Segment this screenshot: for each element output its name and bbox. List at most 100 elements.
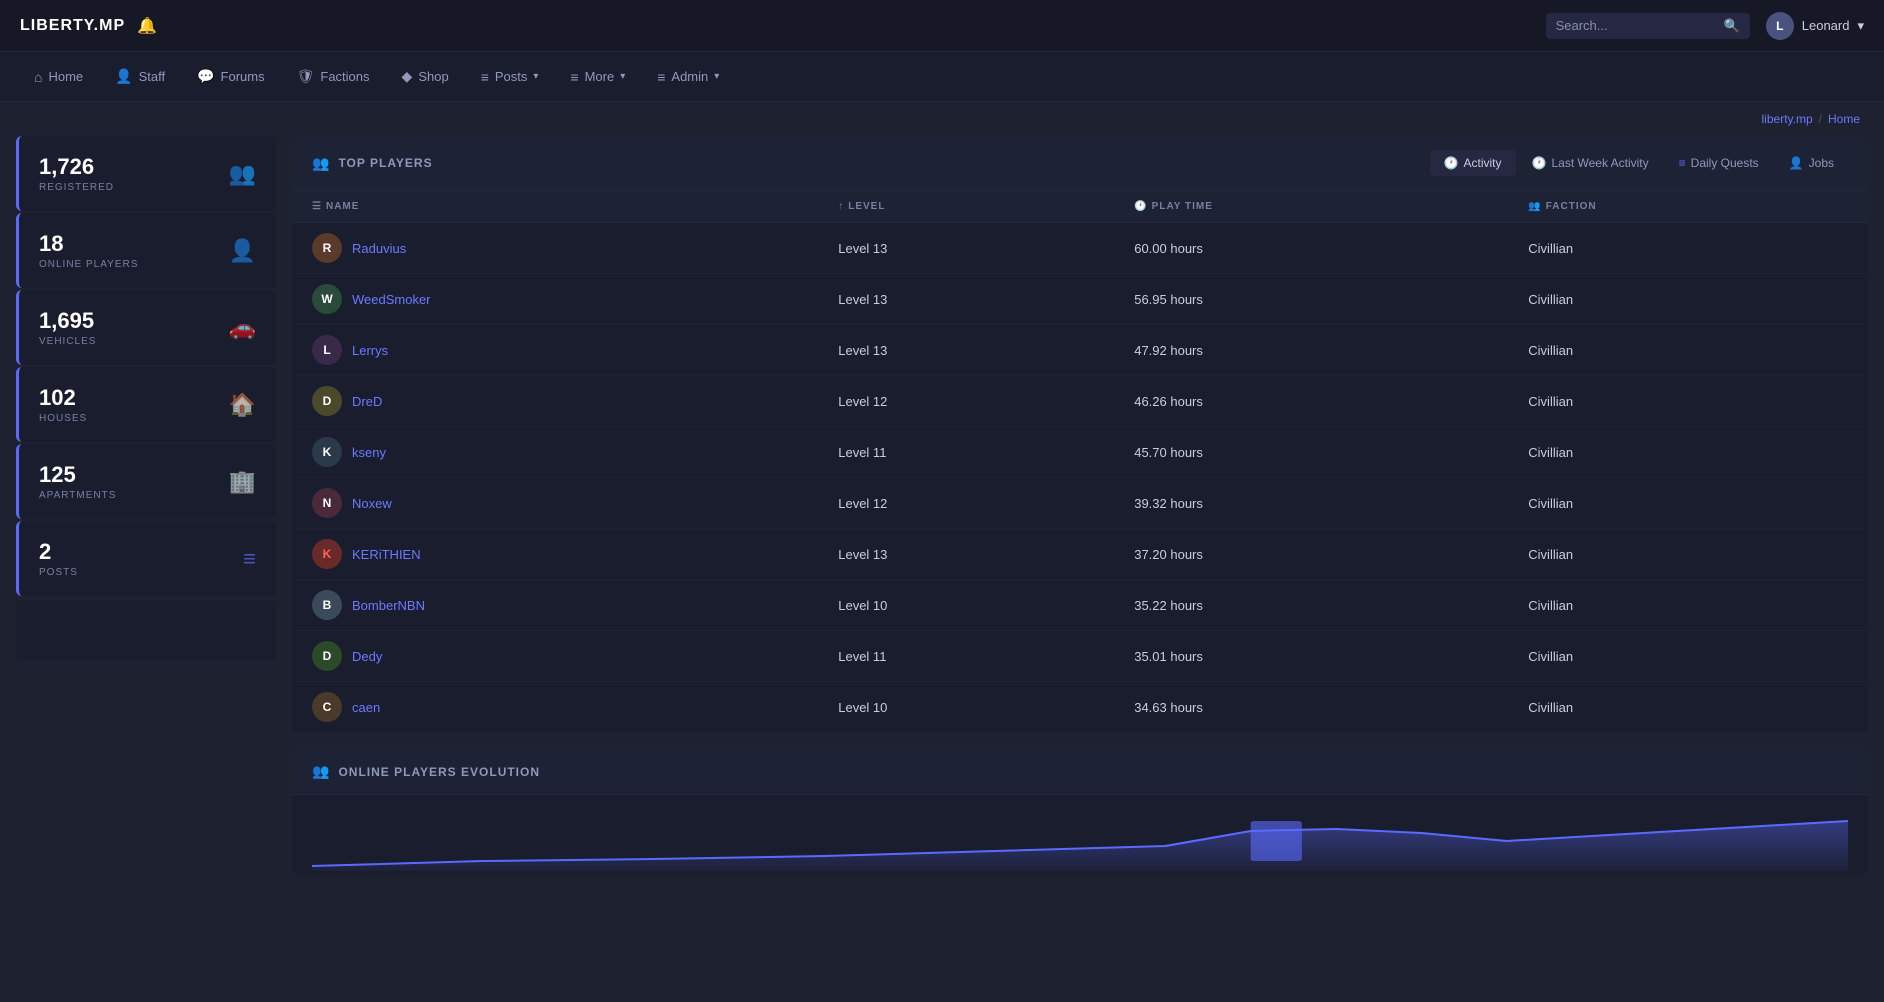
player-level-cell: Level 11 xyxy=(818,631,1114,682)
player-faction-cell: Civillian xyxy=(1508,325,1868,376)
player-name-link[interactable]: BomberNBN xyxy=(352,598,425,613)
table-row: K KERiTHIEN Level 13 37.20 hours Civilli… xyxy=(292,529,1868,580)
player-name-cell: D DreD xyxy=(292,376,818,427)
table-row: K kseny Level 11 45.70 hours Civillian xyxy=(292,427,1868,478)
stat-posts: 2 POSTS ≡ xyxy=(16,521,276,596)
sidebar-item-staff[interactable]: 👤 Staff xyxy=(101,60,179,93)
sidebar-item-home[interactable]: ⌂ Home xyxy=(20,61,97,93)
stat-label-online: ONLINE PLAYERS xyxy=(39,259,138,270)
players-table: ☰NAME ↑LEVEL 🕐PLAY TIME 👥FACTION R Raduv… xyxy=(292,191,1868,733)
daily-quests-tab-icon: ≡ xyxy=(1679,156,1686,170)
player-level-cell: Level 13 xyxy=(818,529,1114,580)
col-faction: 👥FACTION xyxy=(1508,191,1868,223)
nav-label-factions: Factions xyxy=(320,69,369,84)
top-players-icon: 👥 xyxy=(312,155,330,172)
player-name-link[interactable]: DreD xyxy=(352,394,382,409)
nav-label-more: More xyxy=(585,69,615,84)
stat-info-posts: 2 POSTS xyxy=(39,539,78,578)
stat-number-registered: 1,726 xyxy=(39,154,114,180)
table-row: W WeedSmoker Level 13 56.95 hours Civill… xyxy=(292,274,1868,325)
table-row: N Noxew Level 12 39.32 hours Civillian xyxy=(292,478,1868,529)
content-area: 👥 TOP PLAYERS 🕐 Activity 🕐 Last Week Act… xyxy=(292,136,1868,875)
player-name-link[interactable]: KERiTHIEN xyxy=(352,547,421,562)
player-level-cell: Level 13 xyxy=(818,325,1114,376)
player-avatar: C xyxy=(312,692,342,722)
user-menu[interactable]: L Leonard ▾ xyxy=(1766,12,1864,40)
tab-activity[interactable]: 🕐 Activity xyxy=(1430,150,1516,176)
player-level-cell: Level 10 xyxy=(818,682,1114,733)
posts-icon: ≡ xyxy=(481,69,489,85)
player-name-link[interactable]: Lerrys xyxy=(352,343,388,358)
sidebar-item-more[interactable]: ≡ More xyxy=(556,61,639,93)
sidebar-item-factions[interactable]: 🛡 Factions xyxy=(283,60,384,93)
player-name-link[interactable]: Dedy xyxy=(352,649,382,664)
tab-jobs[interactable]: 👤 Jobs xyxy=(1775,150,1848,176)
player-avatar: D xyxy=(312,386,342,416)
apartments-icon: 🏢 xyxy=(229,469,256,495)
breadcrumb-site[interactable]: liberty.mp xyxy=(1762,112,1813,126)
player-avatar: K xyxy=(312,539,342,569)
player-avatar: W xyxy=(312,284,342,314)
staff-icon: 👤 xyxy=(115,68,132,85)
notification-bell-icon[interactable]: 🔔 xyxy=(137,16,157,36)
player-playtime-cell: 34.63 hours xyxy=(1114,682,1508,733)
factions-icon: 🛡 xyxy=(297,68,315,85)
stat-online: 18 ONLINE PLAYERS 👤 xyxy=(16,213,276,288)
stat-houses: 102 HOUSES 🏠 xyxy=(16,367,276,442)
stat-info-registered: 1,726 REGISTERED xyxy=(39,154,114,193)
sidebar-bottom-card xyxy=(16,600,276,660)
search-box: 🔍 xyxy=(1546,13,1750,39)
sidebar-item-posts[interactable]: ≡ Posts xyxy=(467,61,553,93)
tab-jobs-label: Jobs xyxy=(1809,156,1834,170)
player-name-link[interactable]: caen xyxy=(352,700,380,715)
stat-info-vehicles: 1,695 VEHICLES xyxy=(39,308,96,347)
player-level-cell: Level 10 xyxy=(818,580,1114,631)
player-name-link[interactable]: WeedSmoker xyxy=(352,292,431,307)
player-playtime-cell: 47.92 hours xyxy=(1114,325,1508,376)
evolution-title: ONLINE PLAYERS EVOLUTION xyxy=(338,765,540,779)
player-name-link[interactable]: Raduvius xyxy=(352,241,406,256)
brand-name[interactable]: LIBERTY.MP xyxy=(20,17,125,35)
player-playtime-cell: 46.26 hours xyxy=(1114,376,1508,427)
player-name-link[interactable]: Noxew xyxy=(352,496,392,511)
sidebar-stats: 1,726 REGISTERED 👥 18 ONLINE PLAYERS 👤 1… xyxy=(16,136,276,875)
sidebar-item-shop[interactable]: ◆ Shop xyxy=(388,60,463,93)
player-name-link[interactable]: kseny xyxy=(352,445,386,460)
player-playtime-cell: 60.00 hours xyxy=(1114,223,1508,274)
player-name-cell: D Dedy xyxy=(292,631,818,682)
player-name-cell: B BomberNBN xyxy=(292,580,818,631)
table-row: D Dedy Level 11 35.01 hours Civillian xyxy=(292,631,1868,682)
player-avatar: R xyxy=(312,233,342,263)
home-icon: ⌂ xyxy=(34,69,42,85)
player-avatar: K xyxy=(312,437,342,467)
player-level-cell: Level 13 xyxy=(818,274,1114,325)
stat-label-houses: HOUSES xyxy=(39,413,87,424)
stat-label-vehicles: VEHICLES xyxy=(39,336,96,347)
player-name-cell: W WeedSmoker xyxy=(292,274,818,325)
player-faction-cell: Civillian xyxy=(1508,274,1868,325)
col-play-time: 🕐PLAY TIME xyxy=(1114,191,1508,223)
last-week-tab-icon: 🕐 xyxy=(1532,156,1547,170)
stat-label-posts: POSTS xyxy=(39,567,78,578)
player-level-cell: Level 12 xyxy=(818,478,1114,529)
tab-daily-quests[interactable]: ≡ Daily Quests xyxy=(1665,150,1773,176)
player-faction-cell: Civillian xyxy=(1508,529,1868,580)
tab-last-week[interactable]: 🕐 Last Week Activity xyxy=(1518,150,1663,176)
player-name-cell: L Lerrys xyxy=(292,325,818,376)
sidebar-item-forums[interactable]: 💬 Forums xyxy=(183,60,279,93)
stat-info-apartments: 125 APARTMENTS xyxy=(39,462,116,501)
registered-icon: 👥 xyxy=(229,161,256,187)
stat-registered: 1,726 REGISTERED 👥 xyxy=(16,136,276,211)
search-input[interactable] xyxy=(1556,18,1716,33)
col-name: ☰NAME xyxy=(292,191,818,223)
activity-tab-icon: 🕐 xyxy=(1444,156,1459,170)
panel-tabs: 🕐 Activity 🕐 Last Week Activity ≡ Daily … xyxy=(1430,150,1848,176)
player-name-cell: R Raduvius xyxy=(292,223,818,274)
table-row: C caen Level 10 34.63 hours Civillian xyxy=(292,682,1868,733)
player-faction-cell: Civillian xyxy=(1508,223,1868,274)
table-row: R Raduvius Level 13 60.00 hours Civillia… xyxy=(292,223,1868,274)
sidebar-item-admin[interactable]: ≡ Admin xyxy=(643,61,733,93)
stat-info-online: 18 ONLINE PLAYERS xyxy=(39,231,138,270)
more-icon: ≡ xyxy=(570,69,578,85)
stat-number-online: 18 xyxy=(39,231,138,257)
